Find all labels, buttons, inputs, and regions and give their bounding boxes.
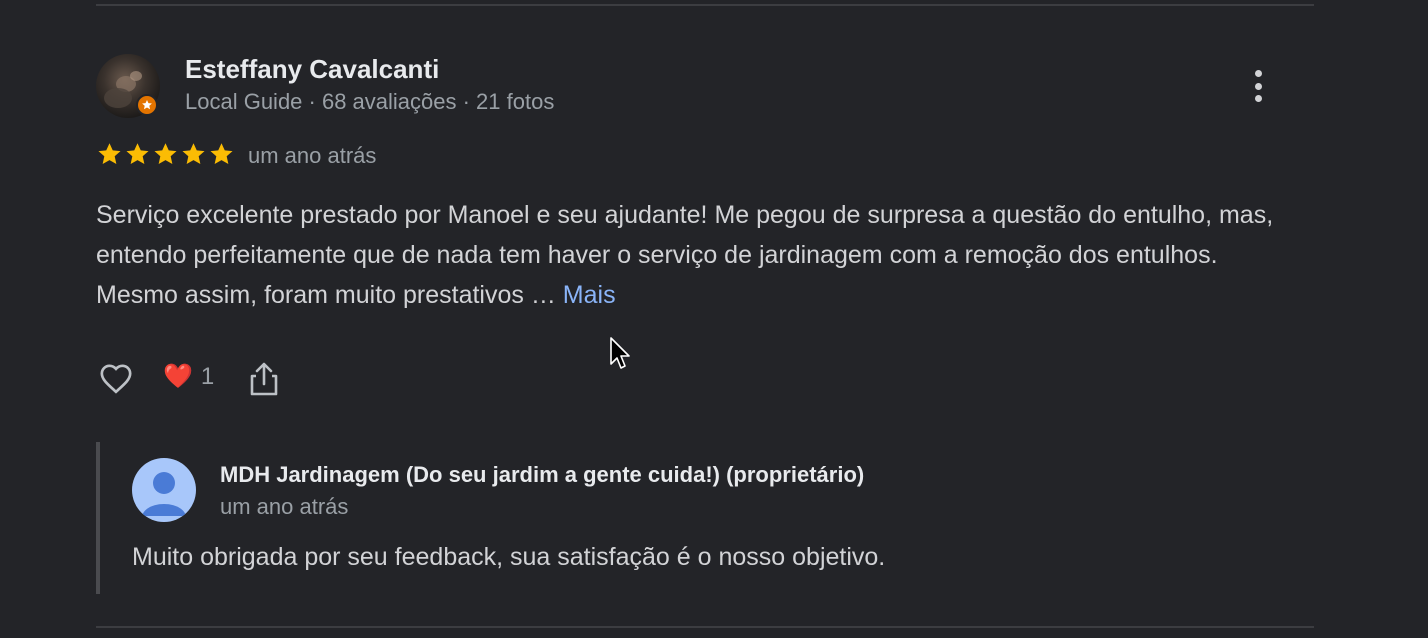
star-icon — [210, 143, 233, 164]
reaction-count: 1 — [200, 362, 215, 390]
share-icon — [250, 362, 278, 396]
star-icon — [154, 143, 177, 164]
heart-outline-icon — [100, 364, 132, 394]
review-text: Serviço excelente prestado por Manoel e … — [96, 195, 1286, 315]
mouse-cursor-icon — [610, 337, 630, 369]
more-vert-icon — [1254, 70, 1262, 77]
more-link[interactable]: Mais — [563, 281, 616, 309]
like-button[interactable] — [95, 358, 137, 398]
review-time: um ano atrás — [248, 143, 377, 168]
review-body: Serviço excelente prestado por Manoel e … — [96, 201, 1274, 309]
reply-indent-bar — [96, 442, 100, 594]
reply-text: Muito obrigada por seu feedback, sua sat… — [132, 543, 886, 571]
top-divider — [96, 4, 1314, 6]
star-rating — [96, 141, 235, 168]
review-card: Esteffany Cavalcanti Local Guide · 68 av… — [0, 0, 1428, 638]
star-icon — [98, 143, 121, 164]
owner-name: MDH Jardinagem (Do seu jardim a gente cu… — [220, 462, 865, 487]
reviewer-avatar[interactable] — [96, 54, 160, 118]
reply-time: um ano atrás — [220, 494, 349, 519]
reaction-summary[interactable]: ❤️ 1 — [163, 362, 214, 391]
heart-reaction-icon: ❤️ — [163, 363, 193, 390]
share-button[interactable] — [246, 360, 282, 398]
local-guide-badge-icon — [136, 94, 158, 116]
owner-avatar — [132, 458, 196, 522]
star-icon — [182, 143, 205, 164]
reviewer-meta: Local Guide · 68 avaliações · 21 fotos — [185, 89, 555, 114]
reviewer-name[interactable]: Esteffany Cavalcanti — [185, 54, 439, 85]
bottom-divider — [96, 626, 1314, 628]
more-options-button[interactable] — [1244, 68, 1272, 104]
star-icon — [126, 143, 149, 164]
